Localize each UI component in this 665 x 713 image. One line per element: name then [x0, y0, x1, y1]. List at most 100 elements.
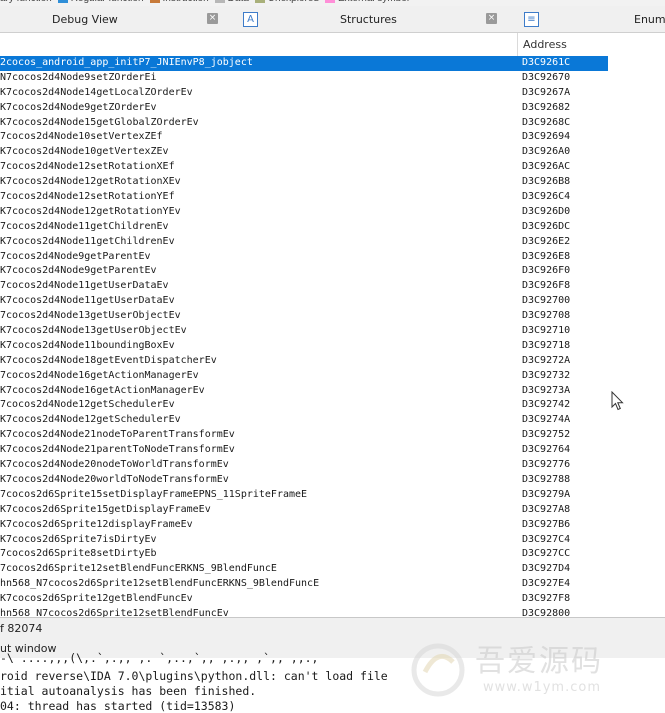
- column-divider[interactable]: [517, 33, 518, 56]
- table-row[interactable]: 7cocos2d4Node11getUserDataEv D3C926F8: [0, 279, 608, 294]
- structures-icon: A: [243, 12, 258, 27]
- function-address: D3C92694: [522, 131, 571, 143]
- output-line: itial autoanalysis has been finished.: [0, 684, 257, 698]
- table-row[interactable]: K7cocos2d4Node12getRotationXEv D3C926B8: [0, 175, 608, 190]
- function-address: D3C926AC: [522, 161, 571, 173]
- function-name: 7cocos2d4Node11getUserDataEv: [0, 280, 169, 292]
- table-row[interactable]: K7cocos2d4Node10getVertexZEv D3C926A0: [0, 145, 608, 160]
- function-name: hn568_N7cocos2d6Sprite12setBlendFuncERKN…: [0, 578, 320, 590]
- close-icon[interactable]: ×: [486, 13, 497, 24]
- status-text: f 82074: [0, 622, 43, 635]
- table-row[interactable]: K7cocos2d4Node21parentToNodeTransformEv D…: [0, 443, 608, 458]
- function-address: D3C9261C: [522, 57, 571, 68]
- legend-label: Regular function: [71, 0, 144, 4]
- address-column-header[interactable]: Address: [523, 38, 567, 51]
- table-row[interactable]: 2cocos_android_app_initP7_JNIEnvP8_jobje…: [0, 56, 608, 71]
- function-name: K7cocos2d4Node21parentToNodeTransformEv: [0, 444, 235, 456]
- function-address: D3C927B6: [522, 518, 571, 530]
- table-row[interactable]: 7cocos2d4Node16getActionManagerEv D3C9273…: [0, 369, 608, 384]
- function-name: K7cocos2d4Node20worldToNodeTransformEv: [0, 473, 229, 485]
- table-row[interactable]: 7cocos2d6Sprite8setDirtyEb D3C927CC: [0, 547, 608, 562]
- function-name: 2cocos_android_app_initP7_JNIEnvP8_jobje…: [0, 57, 253, 68]
- table-row[interactable]: 7cocos2d4Node12setRotationYEf D3C926C4: [0, 190, 608, 205]
- function-address: D3C926F8: [522, 280, 571, 292]
- function-name: K7cocos2d4Node18getEventDispatcherEv: [0, 354, 217, 366]
- function-name: 7cocos2d4Node13getUserObjectEv: [0, 310, 181, 322]
- function-address: D3C9267A: [522, 86, 571, 98]
- function-name: K7cocos2d4Node11getUserDataEv: [0, 295, 175, 307]
- table-row[interactable]: K7cocos2d6Sprite7isDirtyEv D3C927C4: [0, 533, 608, 548]
- functions-list[interactable]: 2cocos_android_app_initP7_JNIEnvP8_jobje…: [0, 56, 608, 622]
- table-row[interactable]: K7cocos2d4Node20worldToNodeTransformEv D3…: [0, 473, 608, 488]
- table-row[interactable]: 7cocos2d4Node9getParentEv D3C926E8: [0, 250, 608, 265]
- legend-swatch: [214, 0, 225, 3]
- table-row[interactable]: K7cocos2d4Node20nodeToWorldTransformEv D3…: [0, 458, 608, 473]
- table-row[interactable]: K7cocos2d4Node11boundingBoxEv D3C92718: [0, 339, 608, 354]
- table-row[interactable]: K7cocos2d4Node12getRotationYEv D3C926D0: [0, 205, 608, 220]
- tab-enums[interactable]: ≡ Enums: [516, 6, 665, 32]
- function-address: D3C927A8: [522, 503, 571, 515]
- function-name: 7cocos2d4Node9getParentEv: [0, 250, 151, 262]
- function-address: D3C92742: [522, 399, 571, 411]
- function-name: 7cocos2d4Node16getActionManagerEv: [0, 369, 199, 381]
- function-address: D3C92670: [522, 71, 571, 83]
- legend-item: External symbol: [324, 0, 409, 4]
- table-row[interactable]: 7cocos2d6Sprite12setBlendFuncERKNS_9Blen…: [0, 562, 608, 577]
- function-address: D3C926F0: [522, 265, 571, 277]
- table-row[interactable]: K7cocos2d4Node21nodeToParentTransformEv D…: [0, 428, 608, 443]
- table-row[interactable]: 7cocos2d4Node13getUserObjectEv D3C92708: [0, 309, 608, 324]
- function-address: D3C926E8: [522, 250, 571, 262]
- table-row[interactable]: K7cocos2d6Sprite12getBlendFuncEv D3C927F8: [0, 592, 608, 607]
- function-address: D3C927C4: [522, 533, 571, 545]
- table-row[interactable]: K7cocos2d4Node12getSchedulerEv D3C9274A: [0, 413, 608, 428]
- function-name: 7cocos2d6Sprite8setDirtyEb: [0, 548, 157, 560]
- output-line: roid reverse\IDA 7.0\plugins\python.dll:…: [0, 669, 388, 683]
- function-name: 7cocos2d4Node12setRotationXEf: [0, 161, 175, 173]
- output-window[interactable]: -\ ....,,,(\,.`,.,, ,. `,..,`,, ,.,, ,`,…: [0, 651, 665, 713]
- table-row[interactable]: K7cocos2d4Node13getUserObjectEv D3C92710: [0, 324, 608, 339]
- table-row[interactable]: K7cocos2d4Node11getUserDataEv D3C92700: [0, 294, 608, 309]
- function-address: D3C926B8: [522, 176, 571, 188]
- function-name: K7cocos2d4Node9getParentEv: [0, 265, 157, 277]
- table-row[interactable]: K7cocos2d4Node16getActionManagerEv D3C927…: [0, 384, 608, 399]
- table-row[interactable]: 7cocos2d4Node12setRotationXEf D3C926AC: [0, 160, 608, 175]
- table-row[interactable]: K7cocos2d6Sprite15getDisplayFrameEv D3C92…: [0, 503, 608, 518]
- mouse-cursor-icon: [611, 391, 624, 411]
- table-row[interactable]: K7cocos2d6Sprite12displayFrameEv D3C927B6: [0, 518, 608, 533]
- function-name: K7cocos2d4Node14getLocalZOrderEv: [0, 86, 193, 98]
- table-row[interactable]: K7cocos2d4Node18getEventDispatcherEv D3C9…: [0, 354, 608, 369]
- tab-debug-view[interactable]: Debug View ×: [0, 6, 232, 32]
- table-row[interactable]: 7cocos2d4Node11getChildrenEv D3C926DC: [0, 220, 608, 235]
- table-row[interactable]: K7cocos2d4Node11getChildrenEv D3C926E2: [0, 235, 608, 250]
- legend-label: Unexplored: [268, 0, 319, 4]
- function-address: D3C927F8: [522, 593, 571, 605]
- function-name: K7cocos2d4Node10getVertexZEv: [0, 146, 169, 158]
- function-address: D3C92752: [522, 429, 571, 441]
- table-row[interactable]: hn568_N7cocos2d6Sprite12setBlendFuncERKN…: [0, 577, 608, 592]
- function-address: D3C92788: [522, 473, 571, 485]
- function-name: 7cocos2d4Node11getChildrenEv: [0, 220, 169, 232]
- table-row[interactable]: N7cocos2d4Node9setZOrderEi D3C92670: [0, 71, 608, 86]
- table-row[interactable]: K7cocos2d4Node14getLocalZOrderEv D3C9267A: [0, 86, 608, 101]
- tab-structures[interactable]: A Structures ×: [234, 6, 500, 32]
- function-name: K7cocos2d4Node21nodeToParentTransformEv: [0, 429, 235, 441]
- function-name: K7cocos2d6Sprite15getDisplayFrameEv: [0, 503, 211, 515]
- function-address: D3C92700: [522, 295, 571, 307]
- legend-item: ary function: [0, 0, 52, 4]
- close-icon[interactable]: ×: [207, 13, 218, 24]
- table-row[interactable]: K7cocos2d4Node9getZOrderEv D3C92682: [0, 101, 608, 116]
- table-row[interactable]: 7cocos2d4Node12getSchedulerEv D3C92742: [0, 398, 608, 413]
- legend-item: Regular function: [57, 0, 144, 4]
- function-name: K7cocos2d6Sprite12getBlendFuncEv: [0, 593, 193, 605]
- table-row[interactable]: K7cocos2d4Node9getParentEv D3C926F0: [0, 264, 608, 279]
- function-address: D3C926C4: [522, 191, 571, 203]
- table-row[interactable]: 7cocos2d4Node10setVertexZEf D3C92694: [0, 130, 608, 145]
- function-address: D3C9273A: [522, 384, 571, 396]
- table-row[interactable]: K7cocos2d4Node15getGlobalZOrderEv D3C9268…: [0, 116, 608, 131]
- function-name: K7cocos2d6Sprite12displayFrameEv: [0, 518, 193, 530]
- status-bar: f 82074: [0, 617, 665, 641]
- table-row[interactable]: 7cocos2d6Sprite15setDisplayFrameEPNS_11S…: [0, 488, 608, 503]
- function-address: D3C92682: [522, 101, 571, 113]
- function-name: K7cocos2d4Node16getActionManagerEv: [0, 384, 205, 396]
- function-address: D3C92764: [522, 444, 571, 456]
